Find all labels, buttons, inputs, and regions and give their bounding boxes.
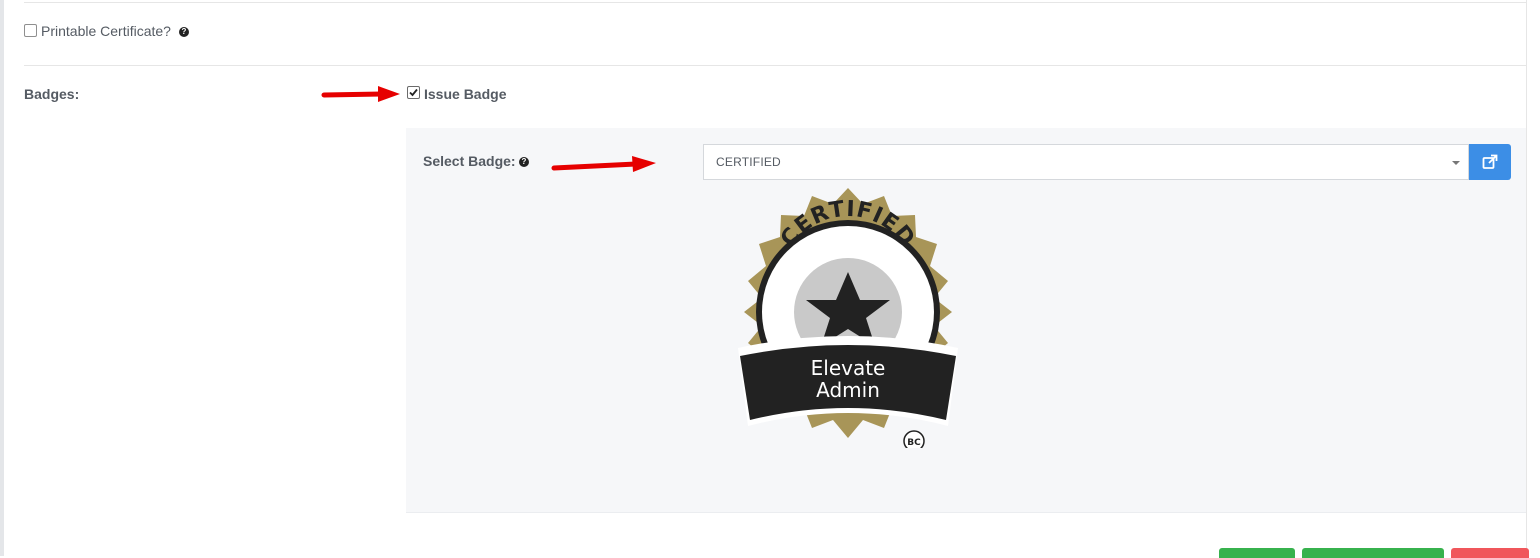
badge-select-value: CERTIFIED	[716, 155, 781, 169]
certified-badge-image: CERTIFIED Elevate Admin BC	[738, 188, 958, 448]
action-button-1[interactable]	[1219, 548, 1295, 558]
badge-banner-line1: Elevate	[811, 356, 886, 380]
badge-banner-line2: Admin	[816, 378, 880, 402]
left-border	[0, 0, 4, 556]
annotation-arrow-select-badge	[551, 156, 656, 172]
action-button-2[interactable]	[1302, 548, 1444, 558]
question-circle-icon[interactable]: ?	[179, 27, 189, 37]
annotation-arrow-issue-badge	[321, 86, 400, 102]
open-badge-external-button[interactable]	[1469, 144, 1511, 180]
checkmark-icon	[409, 88, 418, 97]
action-button-3[interactable]	[1451, 548, 1529, 558]
right-border	[1526, 0, 1527, 556]
badge-mark-text: BC	[907, 438, 921, 448]
external-link-icon	[1482, 154, 1498, 169]
printable-certificate-label: Printable Certificate?	[41, 23, 171, 39]
select-badge-label: Select Badge:	[423, 153, 516, 169]
caret-down-icon	[1452, 161, 1460, 165]
question-circle-icon[interactable]: ?	[519, 157, 529, 167]
divider-middle	[24, 65, 1526, 66]
badge-select[interactable]: CERTIFIED	[703, 144, 1469, 180]
issue-badge-checkbox[interactable]	[407, 86, 420, 99]
issue-badge-label: Issue Badge	[424, 86, 507, 102]
divider-top	[24, 2, 1526, 3]
printable-certificate-checkbox[interactable]	[24, 24, 37, 37]
badges-section-label: Badges:	[24, 86, 80, 102]
